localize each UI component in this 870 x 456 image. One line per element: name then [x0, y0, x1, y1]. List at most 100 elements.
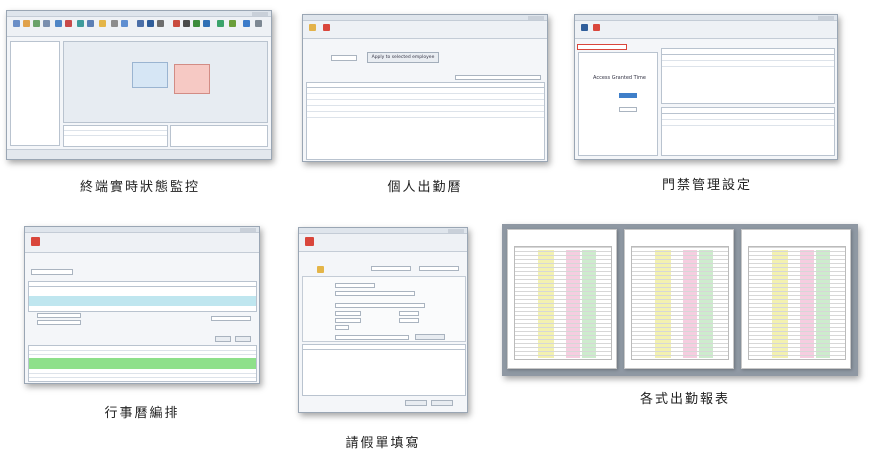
window-controls[interactable] — [252, 12, 268, 16]
help-icon[interactable] — [243, 20, 250, 27]
apply-employee-button[interactable]: Apply to selected employee — [367, 52, 439, 63]
monitor-caption: 終端實時狀態監控 — [79, 180, 200, 195]
terminal-map — [63, 41, 268, 123]
terminal-card-alarm[interactable] — [174, 64, 210, 94]
exit-icon[interactable] — [255, 20, 262, 27]
holiday-row-selected[interactable] — [29, 296, 256, 306]
print-icon[interactable] — [183, 20, 190, 27]
access-window: Access Granted Time — [574, 14, 838, 160]
report-icon[interactable] — [77, 20, 84, 27]
event-log-grid[interactable] — [63, 125, 168, 147]
export-icon[interactable] — [193, 20, 200, 27]
attendance-window: Apply to selected employee — [302, 14, 548, 162]
report-table-lines — [631, 246, 729, 360]
report-table-lines — [514, 246, 612, 360]
report-table-lines — [748, 246, 846, 360]
leave-caption: 請假單填寫 — [345, 436, 421, 451]
terminal-icon[interactable] — [13, 20, 20, 27]
reports-caption: 各式出勤報表 — [639, 392, 730, 407]
clock-icon[interactable] — [55, 20, 62, 27]
start-time-slider[interactable] — [619, 93, 637, 98]
leave-detail-grid[interactable] — [302, 344, 466, 396]
door-list-grid[interactable] — [661, 48, 835, 104]
leave-end-date[interactable] — [335, 318, 361, 323]
leave-dept-field[interactable] — [335, 291, 415, 296]
access-ribbon — [575, 21, 837, 39]
holiday-type-field[interactable] — [211, 316, 251, 321]
leave-check-button[interactable] — [415, 334, 445, 340]
window-controls[interactable] — [528, 16, 544, 20]
database-icon[interactable] — [203, 20, 210, 27]
leave-cancel-button[interactable] — [431, 400, 453, 406]
terminal-card-online[interactable] — [132, 62, 168, 88]
status-edit-icon — [317, 266, 324, 273]
reports-preview — [502, 224, 858, 376]
refresh-icon[interactable] — [217, 20, 224, 27]
upload-icon[interactable] — [111, 20, 118, 27]
schedule-caption: 行事曆編排 — [104, 406, 180, 421]
schedule-save-button[interactable] — [215, 336, 231, 342]
attendance-caption: 個人出勤曆 — [387, 180, 463, 195]
leave-end-time[interactable] — [399, 318, 419, 323]
attendance-ribbon — [303, 21, 547, 39]
employee-access-grid[interactable] — [661, 107, 835, 156]
create-schedule-icon[interactable] — [309, 24, 316, 31]
monitor-nav-tabs[interactable] — [7, 149, 271, 159]
delete-icon[interactable] — [593, 24, 600, 31]
group-icon[interactable] — [33, 20, 40, 27]
window-controls[interactable] — [240, 228, 256, 232]
holiday-desc-field[interactable] — [37, 320, 81, 325]
leave-no-field[interactable] — [371, 266, 411, 271]
department-icon[interactable] — [43, 20, 50, 27]
calendar-icon[interactable] — [65, 20, 72, 27]
leave-ribbon — [299, 234, 467, 252]
access-time-tab[interactable] — [577, 44, 627, 50]
schedule-highlight-row[interactable] — [29, 358, 256, 369]
key-icon[interactable] — [137, 20, 144, 27]
monitor-window — [6, 10, 272, 160]
device-tree[interactable] — [10, 41, 60, 146]
holiday-date-field[interactable] — [37, 313, 81, 318]
leave-start-time[interactable] — [399, 311, 419, 316]
access-caption: 門禁管理設定 — [661, 178, 752, 193]
close-icon[interactable] — [323, 24, 330, 31]
door-icon[interactable] — [121, 20, 128, 27]
user-icon[interactable] — [23, 20, 30, 27]
schedule-cancel-button[interactable] — [235, 336, 251, 342]
card-icon[interactable] — [157, 20, 164, 27]
alarm-icon[interactable] — [173, 20, 180, 27]
download-icon[interactable] — [99, 20, 106, 27]
shift-type-select[interactable] — [331, 55, 357, 61]
schedule-day-grid[interactable] — [28, 345, 257, 382]
monitor-ribbon — [7, 17, 271, 37]
holiday-grid[interactable] — [28, 281, 257, 312]
report-page-3[interactable] — [741, 229, 851, 369]
leave-window — [298, 227, 468, 413]
leave-hours-field[interactable] — [335, 325, 349, 330]
year-select[interactable] — [31, 269, 73, 275]
employee-search-input[interactable] — [455, 75, 541, 80]
lock-icon[interactable] — [147, 20, 154, 27]
sync-icon[interactable] — [87, 20, 94, 27]
leave-employee-field[interactable] — [335, 283, 375, 288]
save-icon[interactable] — [581, 24, 588, 31]
window-controls[interactable] — [818, 16, 834, 20]
employee-calendar-grid[interactable] — [306, 82, 545, 160]
close-icon[interactable] — [31, 237, 40, 246]
access-time-panel: Access Granted Time — [578, 52, 658, 156]
schedule-window — [24, 226, 260, 384]
settings-icon[interactable] — [229, 20, 236, 27]
approved-date-field[interactable] — [419, 266, 459, 271]
leave-start-date[interactable] — [335, 311, 361, 316]
event-detail-grid[interactable] — [170, 125, 268, 147]
window-controls[interactable] — [448, 229, 464, 233]
leave-reason-field[interactable] — [335, 335, 409, 340]
leave-form-body — [302, 276, 466, 342]
end-time-field[interactable] — [619, 107, 637, 112]
leave-save-button[interactable] — [405, 400, 427, 406]
leave-category-field[interactable] — [335, 303, 425, 308]
access-panel-title: Access Granted Time — [593, 75, 646, 81]
report-page-2[interactable] — [624, 229, 734, 369]
close-icon[interactable] — [305, 237, 314, 246]
report-page-1[interactable] — [507, 229, 617, 369]
